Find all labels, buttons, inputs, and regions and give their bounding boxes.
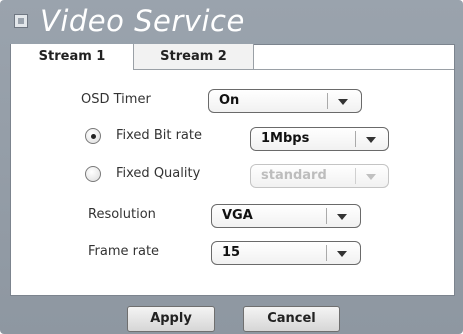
- fixed-bit-rate-label: Fixed Bit rate: [116, 128, 202, 143]
- quality-value: standard: [261, 168, 327, 183]
- window-title: Video Service: [40, 4, 245, 38]
- tab-stream-2[interactable]: Stream 2: [134, 44, 254, 70]
- chevron-down-icon: [337, 214, 347, 220]
- fixed-quality-label: Fixed Quality: [116, 166, 201, 181]
- resolution-label: Resolution: [88, 207, 156, 222]
- tab-stream-1[interactable]: Stream 1: [11, 44, 134, 70]
- settings-panel: Stream 1 Stream 2 OSD Timer On Fixed Bit…: [10, 44, 455, 296]
- osd-timer-label: OSD Timer: [81, 92, 151, 107]
- quality-select[interactable]: standard: [250, 164, 389, 188]
- frame-rate-select[interactable]: 15: [211, 241, 361, 265]
- chevron-down-icon: [338, 99, 348, 105]
- fixed-bit-rate-radio[interactable]: [85, 128, 101, 144]
- apply-button[interactable]: Apply: [127, 306, 215, 332]
- chevron-down-icon: [366, 174, 376, 180]
- osd-timer-value: On: [219, 93, 240, 108]
- chevron-down-icon: [366, 137, 376, 143]
- resolution-select[interactable]: VGA: [211, 204, 361, 228]
- window-icon: [14, 14, 28, 28]
- bitrate-select[interactable]: 1Mbps: [250, 127, 389, 151]
- frame-rate-value: 15: [222, 245, 241, 260]
- radio-selected-dot: [91, 134, 96, 139]
- resolution-value: VGA: [222, 208, 253, 223]
- title-bar: Video Service: [0, 0, 463, 40]
- tab-divider: [254, 69, 454, 70]
- fixed-quality-radio[interactable]: [85, 166, 101, 182]
- osd-timer-select[interactable]: On: [208, 89, 362, 113]
- video-service-window: Video Service Stream 1 Stream 2 OSD Time…: [0, 0, 463, 334]
- bitrate-value: 1Mbps: [261, 131, 310, 146]
- cancel-button[interactable]: Cancel: [243, 306, 340, 332]
- chevron-down-icon: [337, 251, 347, 257]
- frame-rate-label: Frame rate: [88, 244, 160, 259]
